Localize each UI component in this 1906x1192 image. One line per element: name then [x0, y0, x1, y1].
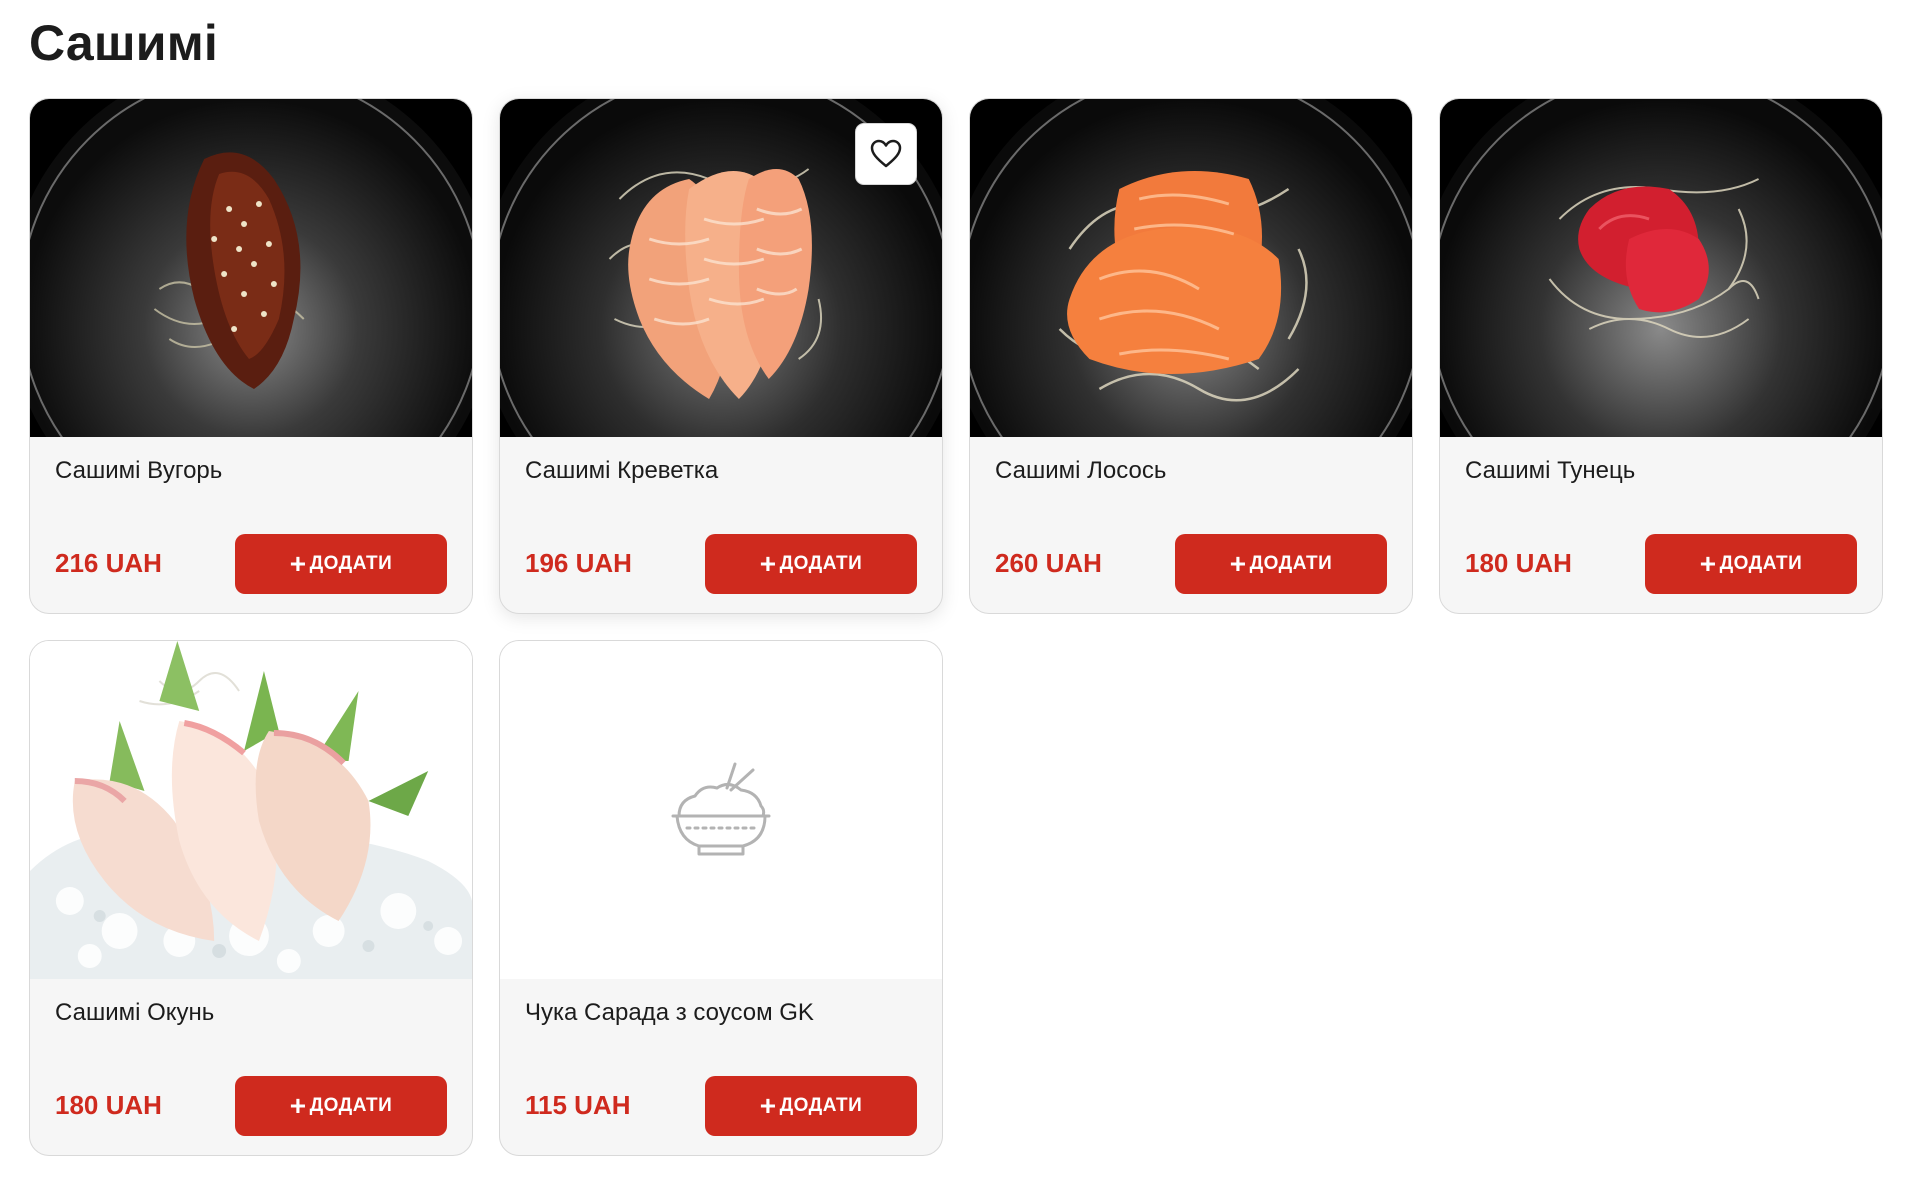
add-to-cart-button[interactable]: + ДОДАТИ — [235, 1076, 447, 1136]
plus-icon: + — [289, 1090, 307, 1121]
plus-icon: + — [1699, 548, 1717, 579]
add-button-label: ДОДАТИ — [309, 1095, 393, 1116]
product-card[interactable]: Сашимі Вугорь 216 UAH + ДОДАТИ — [29, 98, 473, 614]
product-image[interactable] — [30, 99, 472, 437]
add-to-cart-button[interactable]: + ДОДАТИ — [1645, 534, 1857, 594]
product-price: 216 UAH — [55, 548, 162, 578]
product-card[interactable]: Сашимі Тунець 180 UAH + ДОДАТИ — [1439, 98, 1883, 614]
product-price: 196 UAH — [525, 548, 632, 578]
product-card[interactable]: Сашимі Креветка 196 UAH + ДОДАТИ — [499, 98, 943, 614]
add-button-label: ДОДАТИ — [779, 553, 863, 574]
product-price: 180 UAH — [55, 1090, 162, 1120]
product-name: Сашимі Вугорь — [55, 457, 223, 484]
plus-icon: + — [289, 548, 307, 579]
add-to-cart-button[interactable]: + ДОДАТИ — [235, 534, 447, 594]
product-name: Сашимі Лосось — [995, 457, 1167, 484]
product-image[interactable] — [500, 99, 942, 437]
page-title: Сашимі — [29, 15, 219, 71]
plus-icon: + — [759, 1090, 777, 1121]
add-to-cart-button[interactable]: + ДОДАТИ — [705, 1076, 917, 1136]
product-image[interactable] — [500, 641, 942, 979]
add-button-label: ДОДАТИ — [1249, 553, 1333, 574]
add-button-label: ДОДАТИ — [309, 553, 393, 574]
product-price: 260 UAH — [995, 548, 1102, 578]
rice-bowl-icon — [671, 762, 771, 856]
favorite-button[interactable] — [855, 123, 917, 185]
product-card[interactable]: Сашимі Лосось 260 UAH + ДОДАТИ — [969, 98, 1413, 614]
product-name: Сашимі Тунець — [1465, 457, 1636, 484]
product-image[interactable] — [1440, 99, 1882, 437]
product-name: Сашимі Окунь — [55, 999, 215, 1026]
product-name: Сашимі Креветка — [525, 457, 719, 484]
heart-icon — [870, 139, 902, 168]
product-card[interactable]: Чука Сарада з соусом GK 115 UAH + ДОДАТИ — [499, 640, 943, 1156]
product-price: 180 UAH — [1465, 548, 1572, 578]
product-price: 115 UAH — [525, 1090, 631, 1120]
add-button-label: ДОДАТИ — [779, 1095, 863, 1116]
plus-icon: + — [1229, 548, 1247, 579]
product-name: Чука Сарада з соусом GK — [525, 999, 814, 1026]
product-image[interactable] — [30, 641, 472, 979]
plus-icon: + — [759, 548, 777, 579]
add-to-cart-button[interactable]: + ДОДАТИ — [1175, 534, 1387, 594]
product-card[interactable]: Сашимі Окунь 180 UAH + ДОДАТИ — [29, 640, 473, 1156]
product-image[interactable] — [970, 99, 1412, 437]
add-to-cart-button[interactable]: + ДОДАТИ — [705, 534, 917, 594]
product-grid: Сашимі Вугорь 216 UAH + ДОДАТИ Сашимі Кр… — [29, 98, 1889, 1156]
add-button-label: ДОДАТИ — [1719, 553, 1803, 574]
